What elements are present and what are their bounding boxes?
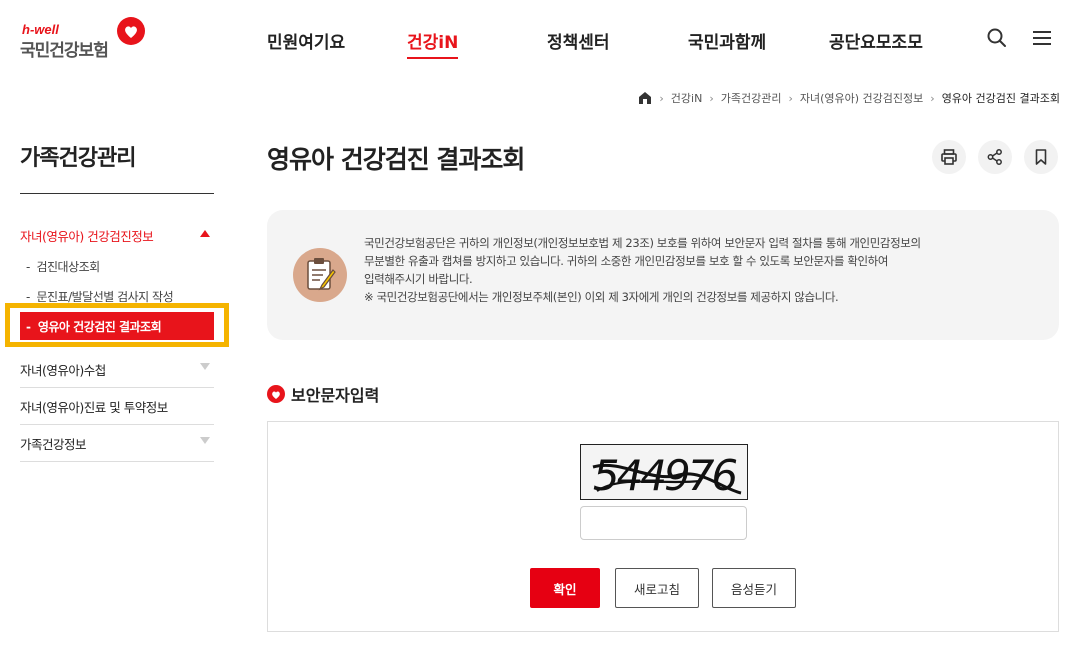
lnb-sub-label: 문진표/발달선별 검사지 작성 [36,290,174,304]
menu-icon[interactable] [1030,26,1054,50]
breadcrumb-separator: › [659,91,664,105]
breadcrumb-item-health-in[interactable]: 건강iN [671,90,703,106]
caret-down-icon [200,437,210,444]
notice-line: ※ 국민건강보험공단에서는 개인정보주체(본인) 이외 제 3자에게 개인의 건… [364,290,839,304]
page-title: 영유아 건강검진 결과조회 [267,145,525,174]
notice-line: 무분별한 유출과 캡쳐를 방지하고 있습니다. 귀하의 소중한 개인민감정보를 … [364,254,889,268]
lnb-sub-label: 검진대상조회 [36,260,100,274]
notice-line: 국민건강보험공단은 귀하의 개인정보(개인정보보호법 제 23조) 보호를 위하… [364,236,921,250]
lnb-item-label: 자녀(영유아)진료 및 투약정보 [20,400,168,415]
lnb-item-label: 자녀(영유아)수첩 [20,363,106,378]
lnb-item-family-health-info[interactable]: 가족건강정보 [20,434,214,462]
nav-item-about[interactable]: 공단요모조모 [829,28,923,53]
refresh-button[interactable]: 새로고침 [615,568,699,608]
breadcrumb-separator: › [930,91,935,105]
lnb-group-label: 자녀(영유아) 건강검진정보 [20,229,154,244]
home-icon[interactable] [638,91,652,105]
lnb-item-child-handbook[interactable]: 자녀(영유아)수첩 [20,360,214,388]
bookmark-button[interactable] [1024,140,1058,174]
notice-text: 국민건강보험공단은 귀하의 개인정보(개인정보보호법 제 23조) 보호를 위하… [364,234,1024,306]
captcha-section-title: 보안문자입력 [267,382,379,406]
privacy-notice: 국민건강보험공단은 귀하의 개인정보(개인정보보호법 제 23조) 보호를 위하… [267,210,1059,340]
captcha-input[interactable] [580,506,747,540]
lnb-sub-target-lookup[interactable]: - 검진대상조회 [26,258,100,275]
search-icon[interactable] [985,26,1009,50]
nav-item-together[interactable]: 국민과함께 [688,28,766,53]
confirm-button[interactable]: 확인 [530,568,600,608]
share-button[interactable] [978,140,1012,174]
lnb-group-child-checkup[interactable]: 자녀(영유아) 건강검진정보 [20,226,214,245]
print-icon [941,149,957,165]
share-icon [987,149,1002,165]
highlight-box [5,303,229,347]
notice-line: 입력해주시기 바랍니다. [364,272,473,286]
print-button[interactable] [932,140,966,174]
main-nav: 민원여기요 건강iN 정책센터 국민과함께 공단요모조모 [0,28,1080,59]
nav-item-health-in[interactable]: 건강iN [407,28,459,59]
breadcrumb-item-child-checkup[interactable]: 자녀(영유아) 건강검진정보 [800,90,923,106]
clipboard-pen-icon [293,248,347,302]
breadcrumb-item-family-health[interactable]: 가족건강관리 [721,90,782,106]
breadcrumb-separator: › [788,91,793,105]
captcha-panel: 544976 확인 새로고침 음성듣기 [267,421,1059,632]
nav-item-policy[interactable]: 정책센터 [547,28,610,53]
caret-down-icon [200,363,210,370]
captcha-graphic: 544976 [592,451,742,499]
bookmark-icon [1035,149,1047,165]
breadcrumb-item-current: 영유아 건강검진 결과조회 [941,92,1060,105]
lnb-divider [20,193,214,194]
lnb-item-child-treatment[interactable]: 자녀(영유아)진료 및 투약정보 [20,397,214,425]
caret-up-icon [200,230,210,237]
breadcrumb-separator: › [709,91,714,105]
lnb-title: 가족건강관리 [20,146,136,171]
audio-button[interactable]: 음성듣기 [712,568,796,608]
lnb-item-label: 가족건강정보 [20,437,87,452]
captcha-code: 544976 [593,451,737,499]
captcha-image: 544976 [580,444,748,500]
breadcrumb: › 건강iN › 가족건강관리 › 자녀(영유아) 건강검진정보 › 영유아 건… [638,90,1060,106]
heart-bullet-icon [267,385,285,403]
nav-item-minwon[interactable]: 민원여기요 [267,28,345,53]
section-title-text: 보안문자입력 [291,386,380,405]
